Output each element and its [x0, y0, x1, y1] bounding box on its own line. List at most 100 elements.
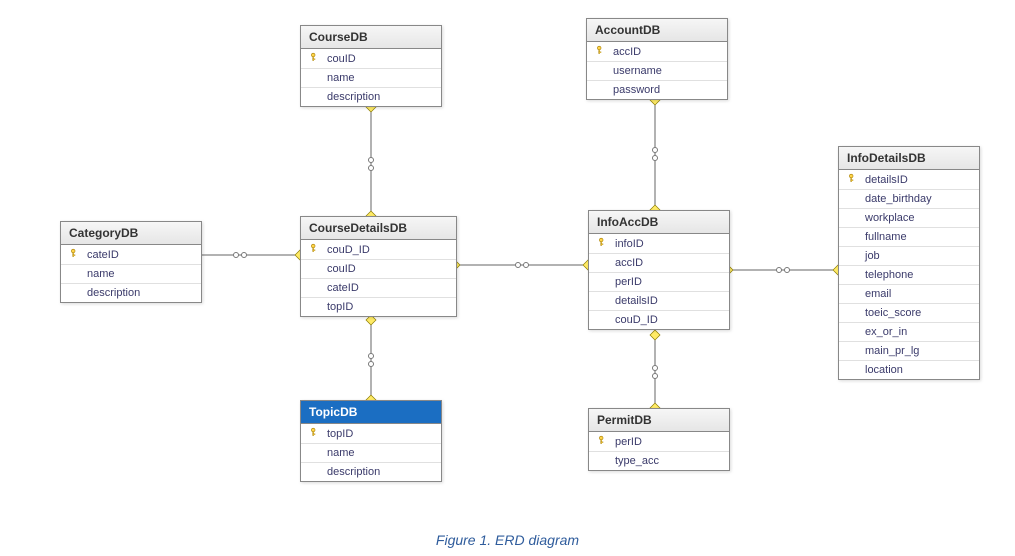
column-key-cell — [839, 304, 859, 323]
primary-key-icon — [598, 237, 606, 247]
column-key-cell — [839, 266, 859, 285]
column-name: description — [81, 284, 201, 303]
column-row[interactable]: couD_ID — [589, 311, 729, 330]
column-row[interactable]: cateID — [301, 279, 456, 298]
column-row[interactable]: workplace — [839, 209, 979, 228]
column-row[interactable]: description — [61, 284, 201, 303]
column-row[interactable]: detailsID — [589, 292, 729, 311]
column-key-cell — [589, 254, 609, 273]
column-name: job — [859, 247, 979, 266]
column-name: workplace — [859, 209, 979, 228]
figure-caption: Figure 1. ERD diagram — [0, 532, 1015, 548]
column-row[interactable]: password — [587, 81, 727, 100]
column-row[interactable]: perID — [589, 273, 729, 292]
column-name: name — [321, 69, 441, 88]
entity-title: TopicDB — [301, 401, 441, 424]
column-name: detailsID — [609, 292, 729, 311]
column-key-cell — [61, 265, 81, 284]
column-row[interactable]: name — [301, 444, 441, 463]
primary-key-icon — [596, 45, 604, 55]
column-name: password — [607, 81, 727, 100]
column-name: couD_ID — [321, 240, 456, 260]
column-row[interactable]: type_acc — [589, 452, 729, 471]
entity-infoaccdb[interactable]: InfoAccDBinfoIDaccIDperIDdetailsIDcouD_I… — [588, 210, 730, 330]
column-name: topID — [321, 424, 441, 444]
entity-columns: topIDnamedescription — [301, 424, 441, 481]
column-row[interactable]: accID — [587, 42, 727, 62]
column-key-cell — [589, 234, 609, 254]
column-key-cell — [61, 245, 81, 265]
column-name: cateID — [321, 279, 456, 298]
entity-title: CourseDetailsDB — [301, 217, 456, 240]
column-key-cell — [589, 311, 609, 330]
column-row[interactable]: username — [587, 62, 727, 81]
column-row[interactable]: description — [301, 463, 441, 482]
column-row[interactable]: job — [839, 247, 979, 266]
entity-columns: accIDusernamepassword — [587, 42, 727, 99]
entity-title: InfoDetailsDB — [839, 147, 979, 170]
entity-columns: infoIDaccIDperIDdetailsIDcouD_ID — [589, 234, 729, 329]
entity-columns: couD_IDcouIDcateIDtopID — [301, 240, 456, 316]
entity-title: PermitDB — [589, 409, 729, 432]
column-row[interactable]: ex_or_in — [839, 323, 979, 342]
column-key-cell — [587, 42, 607, 62]
column-key-cell — [301, 69, 321, 88]
entity-coursedb[interactable]: CourseDBcouIDnamedescription — [300, 25, 442, 107]
column-name: toeic_score — [859, 304, 979, 323]
column-row[interactable]: telephone — [839, 266, 979, 285]
column-key-cell — [587, 62, 607, 81]
column-row[interactable]: name — [61, 265, 201, 284]
column-row[interactable]: couID — [301, 49, 441, 69]
column-row[interactable]: location — [839, 361, 979, 380]
column-name: couID — [321, 260, 456, 279]
entity-categorydb[interactable]: CategoryDBcateIDnamedescription — [60, 221, 202, 303]
column-row[interactable]: accID — [589, 254, 729, 273]
column-key-cell — [61, 284, 81, 303]
column-name: detailsID — [859, 170, 979, 190]
entity-permitdb[interactable]: PermitDBperIDtype_acc — [588, 408, 730, 471]
column-key-cell — [301, 240, 321, 260]
entity-title: CourseDB — [301, 26, 441, 49]
column-row[interactable]: date_birthday — [839, 190, 979, 209]
column-key-cell — [301, 444, 321, 463]
column-row[interactable]: toeic_score — [839, 304, 979, 323]
column-key-cell — [839, 361, 859, 380]
column-name: main_pr_lg — [859, 342, 979, 361]
primary-key-icon — [310, 427, 318, 437]
column-name: email — [859, 285, 979, 304]
column-row[interactable]: couID — [301, 260, 456, 279]
column-name: description — [321, 88, 441, 107]
entity-title: AccountDB — [587, 19, 727, 42]
column-key-cell — [301, 424, 321, 444]
column-row[interactable]: infoID — [589, 234, 729, 254]
column-key-cell — [839, 190, 859, 209]
entity-columns: couIDnamedescription — [301, 49, 441, 106]
column-row[interactable]: topID — [301, 424, 441, 444]
primary-key-icon — [310, 52, 318, 62]
column-name: infoID — [609, 234, 729, 254]
column-row[interactable]: name — [301, 69, 441, 88]
column-row[interactable]: cateID — [61, 245, 201, 265]
erd-canvas: CategoryDBcateIDnamedescription CourseDB… — [0, 0, 1015, 556]
entity-topicdb[interactable]: TopicDBtopIDnamedescription — [300, 400, 442, 482]
entity-infodetailsdb[interactable]: InfoDetailsDBdetailsIDdate_birthdayworkp… — [838, 146, 980, 380]
column-name: couID — [321, 49, 441, 69]
entity-columns: cateIDnamedescription — [61, 245, 201, 302]
column-name: topID — [321, 298, 456, 317]
column-row[interactable]: couD_ID — [301, 240, 456, 260]
column-key-cell — [301, 279, 321, 298]
primary-key-icon — [310, 243, 318, 253]
column-row[interactable]: perID — [589, 432, 729, 452]
column-row[interactable]: fullname — [839, 228, 979, 247]
column-name: perID — [609, 432, 729, 452]
column-row[interactable]: detailsID — [839, 170, 979, 190]
column-row[interactable]: topID — [301, 298, 456, 317]
column-name: fullname — [859, 228, 979, 247]
entity-coursedetailsdb[interactable]: CourseDetailsDBcouD_IDcouIDcateIDtopID — [300, 216, 457, 317]
entity-accountdb[interactable]: AccountDBaccIDusernamepassword — [586, 18, 728, 100]
column-row[interactable]: main_pr_lg — [839, 342, 979, 361]
column-key-cell — [839, 342, 859, 361]
column-row[interactable]: description — [301, 88, 441, 107]
column-row[interactable]: email — [839, 285, 979, 304]
column-name: perID — [609, 273, 729, 292]
